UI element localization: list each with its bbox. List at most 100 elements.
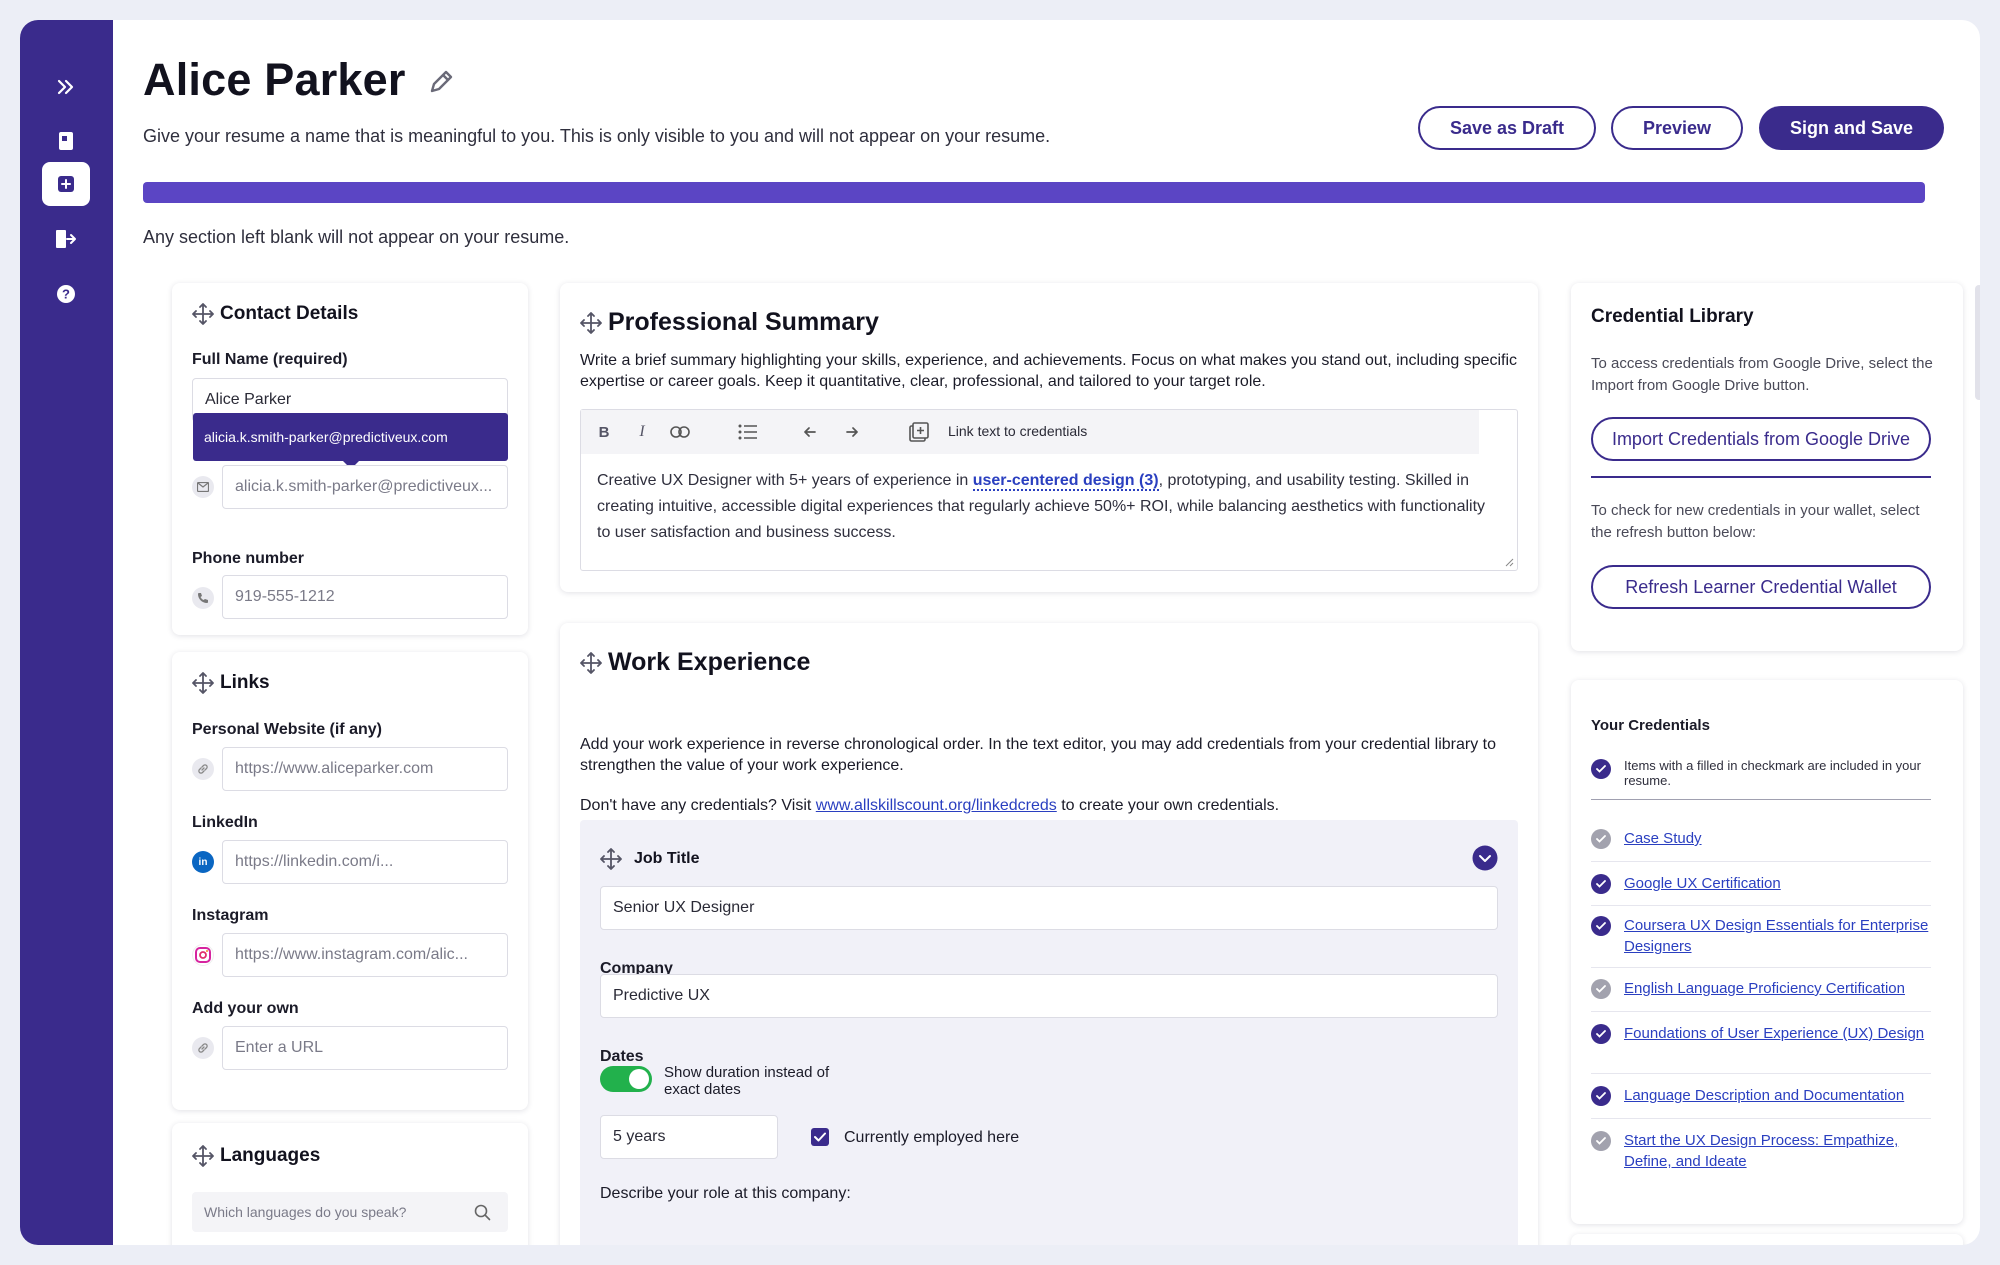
work-experience-card: Work Experience Add your work experience… xyxy=(560,623,1538,1245)
drag-handle-icon[interactable] xyxy=(580,651,602,674)
credential-link[interactable]: Language Description and Documentation xyxy=(1624,1085,1904,1106)
credential-item[interactable]: Google UX Certification xyxy=(1591,873,1931,894)
website-input[interactable]: https://www.aliceparker.com xyxy=(222,747,508,791)
credential-item[interactable]: Start the UX Design Process: Empathize, … xyxy=(1591,1130,1931,1172)
sidebar: ? xyxy=(20,20,113,1245)
linkedin-input[interactable]: https://linkedin.com/i... xyxy=(222,840,508,884)
help-nav-button[interactable]: ? xyxy=(42,272,90,316)
links-card: Links Personal Website (if any) https://… xyxy=(172,652,528,1110)
languages-heading: Languages xyxy=(220,1145,321,1166)
languages-card: Languages Which languages do you speak? xyxy=(172,1123,528,1245)
summary-editor[interactable]: B I Link text to credentials Creative UX… xyxy=(580,409,1518,571)
progress-bar-fill xyxy=(143,182,1925,203)
included-check-icon[interactable] xyxy=(1591,1086,1611,1106)
credential-item[interactable]: Foundations of User Experience (UX) Desi… xyxy=(1591,1023,1931,1044)
credential-link[interactable]: Start the UX Design Process: Empathize, … xyxy=(1624,1130,1931,1172)
italic-icon[interactable]: I xyxy=(631,421,653,443)
credential-item[interactable]: Case Study xyxy=(1591,828,1931,849)
custom-url-label: Add your own xyxy=(192,1000,299,1017)
new-resume-nav-button[interactable] xyxy=(42,162,90,206)
credential-separator xyxy=(1591,861,1931,862)
summary-instructions: Write a brief summary highlighting your … xyxy=(580,352,1518,390)
credential-link[interactable]: Foundations of User Experience (UX) Desi… xyxy=(1624,1023,1924,1044)
excluded-check-icon[interactable] xyxy=(1591,979,1611,999)
job-title-input[interactable]: Senior UX Designer xyxy=(600,886,1498,930)
email-icon xyxy=(192,476,214,498)
blank-section-hint: Any section left blank will not appear o… xyxy=(143,227,570,247)
search-icon[interactable] xyxy=(474,1204,491,1221)
collapse-chevron-icon[interactable] xyxy=(1472,845,1498,871)
expand-sidebar-button[interactable] xyxy=(42,65,90,109)
credential-library-card: Credential Library To access credentials… xyxy=(1571,283,1963,651)
company-input[interactable]: Predictive UX xyxy=(600,974,1498,1018)
drag-handle-icon[interactable] xyxy=(192,1145,214,1167)
library-divider xyxy=(1591,476,1931,478)
credential-link[interactable]: Coursera UX Design Essentials for Enterp… xyxy=(1624,915,1931,957)
link-credential-icon[interactable] xyxy=(908,421,930,443)
editor-toolbar: B I Link text to credentials xyxy=(581,410,1479,454)
instagram-icon xyxy=(192,944,214,966)
included-check-icon[interactable] xyxy=(1591,874,1611,894)
your-credentials-heading: Your Credentials xyxy=(1591,717,1710,734)
credential-separator xyxy=(1591,967,1931,968)
resume-name-hint: Give your resume a name that is meaningf… xyxy=(143,126,1051,146)
website-label: Personal Website (if any) xyxy=(192,721,382,738)
summary-heading: Professional Summary xyxy=(608,308,879,336)
excluded-check-icon[interactable] xyxy=(1591,829,1611,849)
resumes-nav-button[interactable] xyxy=(42,119,90,163)
bullet-list-icon[interactable] xyxy=(737,421,759,443)
excluded-check-icon[interactable] xyxy=(1591,1131,1611,1151)
credential-link[interactable]: Google UX Certification xyxy=(1624,873,1781,894)
credential-link[interactable]: English Language Proficiency Certificati… xyxy=(1624,978,1905,999)
credential-item[interactable]: Language Description and Documentation xyxy=(1591,1085,1931,1106)
summary-text-part: Creative UX Designer with 5+ years of ex… xyxy=(597,472,973,489)
phone-input[interactable]: 919-555-1212 xyxy=(222,575,508,619)
summary-text[interactable]: Creative UX Designer with 5+ years of ex… xyxy=(597,468,1497,546)
credential-link[interactable]: Case Study xyxy=(1624,828,1702,849)
currently-employed-label: Currently employed here xyxy=(844,1129,1020,1146)
custom-url-input[interactable]: Enter a URL xyxy=(222,1026,508,1070)
logout-nav-button[interactable] xyxy=(42,217,90,261)
link-credentials-button[interactable]: Link text to credentials xyxy=(948,423,1087,439)
preview-button[interactable]: Preview xyxy=(1611,106,1743,150)
checkmark-icon xyxy=(814,1132,826,1142)
undo-icon[interactable] xyxy=(801,421,823,443)
currently-employed-checkbox[interactable] xyxy=(811,1128,829,1146)
add-resume-icon xyxy=(58,176,74,192)
import-drive-button[interactable]: Import Credentials from Google Drive xyxy=(1591,417,1931,461)
instagram-label: Instagram xyxy=(192,907,269,924)
pencil-icon[interactable] xyxy=(426,67,456,97)
drag-handle-icon[interactable] xyxy=(580,311,602,334)
links-heading: Links xyxy=(220,672,270,693)
credentials-divider xyxy=(1591,799,1931,800)
credential-item[interactable]: Coursera UX Design Essentials for Enterp… xyxy=(1591,915,1931,957)
redo-icon[interactable] xyxy=(839,421,861,443)
credential-item[interactable]: English Language Proficiency Certificati… xyxy=(1591,978,1931,999)
bold-icon[interactable]: B xyxy=(593,421,615,443)
credential-library-heading: Credential Library xyxy=(1591,306,1754,327)
refresh-wallet-button[interactable]: Refresh Learner Credential Wallet xyxy=(1591,565,1931,609)
linkedcreds-link[interactable]: www.allskillscount.org/linkedcreds xyxy=(816,797,1057,814)
language-search-input[interactable]: Which languages do you speak? xyxy=(192,1192,508,1232)
duration-input[interactable]: 5 years xyxy=(600,1115,778,1159)
scrollbar[interactable] xyxy=(1975,285,1980,400)
instagram-input[interactable]: https://www.instagram.com/alic... xyxy=(222,933,508,977)
email-input[interactable]: alicia.k.smith-parker@predictiveux... xyxy=(222,465,508,509)
logout-icon xyxy=(56,230,76,248)
next-section-card xyxy=(1571,1234,1963,1245)
resume-title[interactable]: Alice Parker xyxy=(143,54,406,106)
drag-handle-icon[interactable] xyxy=(192,672,214,694)
save-draft-button[interactable]: Save as Draft xyxy=(1418,106,1596,150)
credential-link[interactable]: user-centered design (3) xyxy=(972,472,1159,491)
hyperlink-icon[interactable] xyxy=(669,421,691,443)
resize-handle-icon[interactable] xyxy=(1505,558,1514,567)
included-check-icon[interactable] xyxy=(1591,916,1611,936)
drag-handle-icon[interactable] xyxy=(192,303,214,325)
duration-toggle[interactable] xyxy=(600,1066,652,1092)
no-credentials-text: Don't have any credentials? Visit www.al… xyxy=(580,795,1500,816)
progress-bar xyxy=(143,182,1925,203)
sign-and-save-button[interactable]: Sign and Save xyxy=(1759,106,1944,150)
wallet-instructions: To check for new credentials in your wal… xyxy=(1591,502,1920,541)
included-check-icon[interactable] xyxy=(1591,1024,1611,1044)
drag-handle-icon[interactable] xyxy=(600,848,622,870)
